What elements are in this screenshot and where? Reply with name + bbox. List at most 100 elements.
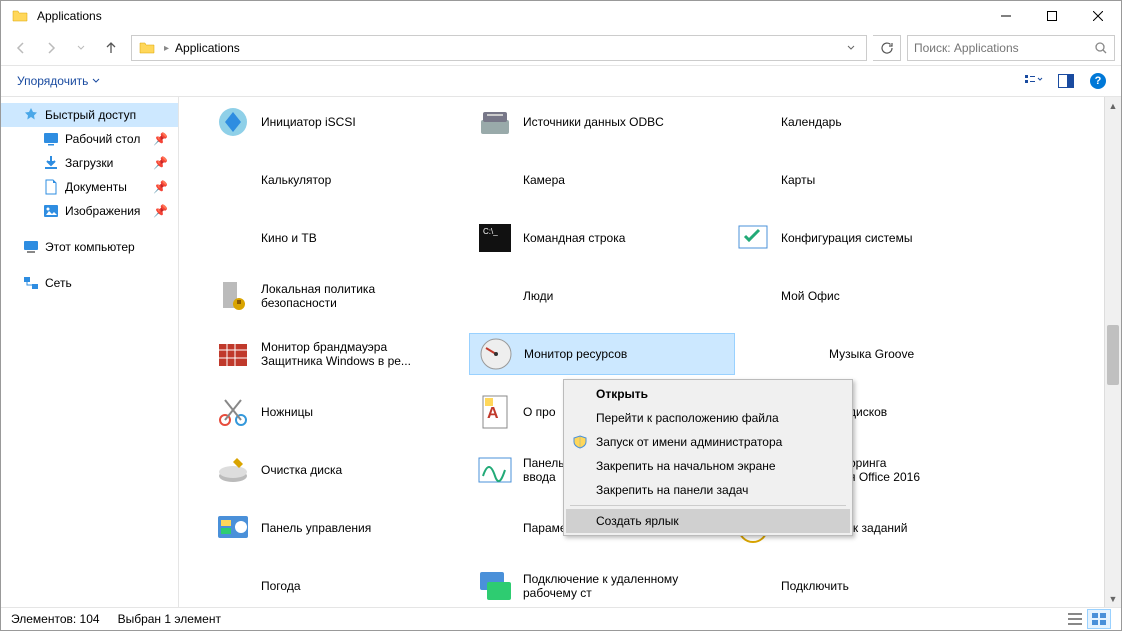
help-button[interactable]: ? [1085,69,1111,93]
menu-open[interactable]: Открыть [566,382,850,406]
search-box[interactable] [907,35,1115,61]
list-item[interactable]: Монитор брандмауэра Защитника Windows в … [207,333,455,375]
title-bar: Applications [1,1,1121,31]
preview-pane-button[interactable] [1053,69,1079,93]
sidebar-desktop[interactable]: Рабочий стол 📌 [1,127,178,151]
list-item[interactable]: Калькулятор [207,159,455,201]
firewall-icon [213,334,253,374]
up-button[interactable] [97,35,125,61]
explorer-body: Быстрый доступ Рабочий стол 📌 Загрузки 📌… [1,97,1121,607]
app-icon [733,276,773,316]
pc-icon [23,239,39,255]
close-button[interactable] [1075,1,1121,31]
list-item[interactable]: Мой Офис [727,275,975,317]
app-icon [733,566,773,606]
search-input[interactable] [914,41,1094,55]
scroll-up-button[interactable]: ▲ [1105,97,1121,114]
app-icon [475,508,515,548]
list-item[interactable]: Инициатор iSCSI [207,101,455,143]
app-icon [475,160,515,200]
minimize-button[interactable] [983,1,1029,31]
forward-button[interactable] [37,35,65,61]
menu-run-as-admin[interactable]: Запуск от имени администратора [566,430,850,454]
scroll-down-button[interactable]: ▼ [1105,590,1121,607]
app-icon [781,334,821,374]
items-view[interactable]: Инициатор iSCSI Источники данных ODBC Ка… [179,97,1121,607]
folder-icon [11,7,29,25]
list-item[interactable]: Источники данных ODBC [469,101,717,143]
list-item[interactable]: Панель управления [207,507,455,549]
app-icon [213,566,253,606]
status-item-count: Элементов: 104 [11,612,100,626]
list-item[interactable]: Панельввода [469,449,569,491]
view-options-button[interactable] [1021,69,1047,93]
pin-icon: 📌 [153,180,168,194]
chevron-right-icon[interactable]: ▸ [160,43,173,54]
list-item-partial[interactable]: дисков [849,391,929,433]
list-item[interactable]: Кино и ТВ [207,217,455,259]
pin-icon: 📌 [153,204,168,218]
list-item[interactable]: Подключение к удаленному рабочему ст [469,565,717,607]
doc-icon: A [475,392,515,432]
menu-goto-location[interactable]: Перейти к расположению файла [566,406,850,430]
search-icon[interactable] [1094,41,1108,55]
details-view-button[interactable] [1063,609,1087,629]
star-icon [23,107,39,123]
status-bar: Элементов: 104 Выбран 1 элемент [1,607,1121,630]
svg-text:A: A [487,405,499,422]
sidebar-documents[interactable]: Документы 📌 [1,175,178,199]
documents-icon [43,179,59,195]
refresh-button[interactable] [873,35,901,61]
list-item[interactable]: Локальная политика безопасности [207,275,455,317]
breadcrumb-item[interactable]: Applications [173,41,242,55]
cmd-icon: C:\_ [475,218,515,258]
secpol-icon [213,276,253,316]
list-item[interactable]: Очистка диска [207,449,455,491]
pictures-icon [43,203,59,219]
window-title: Applications [37,9,983,23]
maximize-button[interactable] [1029,1,1075,31]
address-bar[interactable]: ▸ Applications [131,35,867,61]
list-item[interactable]: Карты [727,159,975,201]
scroll-thumb[interactable] [1107,325,1119,385]
vertical-scrollbar[interactable]: ▲ ▼ [1104,97,1121,607]
sidebar-pictures[interactable]: Изображения 📌 [1,199,178,223]
list-item-selected[interactable]: Монитор ресурсов [469,333,735,375]
address-dropdown[interactable] [846,43,866,53]
back-button[interactable] [7,35,35,61]
list-item[interactable]: C:\_Командная строка [469,217,717,259]
menu-pin-taskbar[interactable]: Закрепить на панели задач [566,478,850,502]
list-item[interactable]: Конфигурация системы [727,217,975,259]
list-item[interactable]: Музыка Groove [775,333,1023,375]
list-item-partial[interactable]: орингая Office 2016 [849,449,949,491]
list-item[interactable]: AО про [469,391,559,433]
menu-create-shortcut[interactable]: Создать ярлык [566,509,850,533]
app-icon [213,102,253,142]
list-item[interactable]: Камера [469,159,717,201]
list-item[interactable]: Календарь [727,101,975,143]
desktop-icon [43,131,59,147]
cleanmgr-icon [213,450,253,490]
pin-icon: 📌 [153,132,168,146]
list-item[interactable]: Люди [469,275,717,317]
organize-button[interactable]: Упорядочить [11,70,106,92]
menu-pin-start[interactable]: Закрепить на начальном экране [566,454,850,478]
help-icon: ? [1090,73,1106,89]
large-icons-view-button[interactable] [1087,609,1111,629]
list-item[interactable]: Погода [207,565,455,607]
sidebar-quick-access[interactable]: Быстрый доступ [1,103,178,127]
navigation-pane: Быстрый доступ Рабочий стол 📌 Загрузки 📌… [1,97,179,607]
resmon-icon [476,334,516,374]
msconfig-icon [733,218,773,258]
list-item[interactable]: Ножницы [207,391,455,433]
pin-icon: 📌 [153,156,168,170]
list-item[interactable]: Подключить [727,565,975,607]
recent-dropdown[interactable] [67,35,95,61]
app-icon [733,160,773,200]
command-bar: Упорядочить ? [1,65,1121,97]
folder-icon [138,39,156,57]
sidebar-this-pc[interactable]: Этот компьютер [1,235,178,259]
sidebar-downloads[interactable]: Загрузки 📌 [1,151,178,175]
downloads-icon [43,155,59,171]
sidebar-network[interactable]: Сеть [1,271,178,295]
